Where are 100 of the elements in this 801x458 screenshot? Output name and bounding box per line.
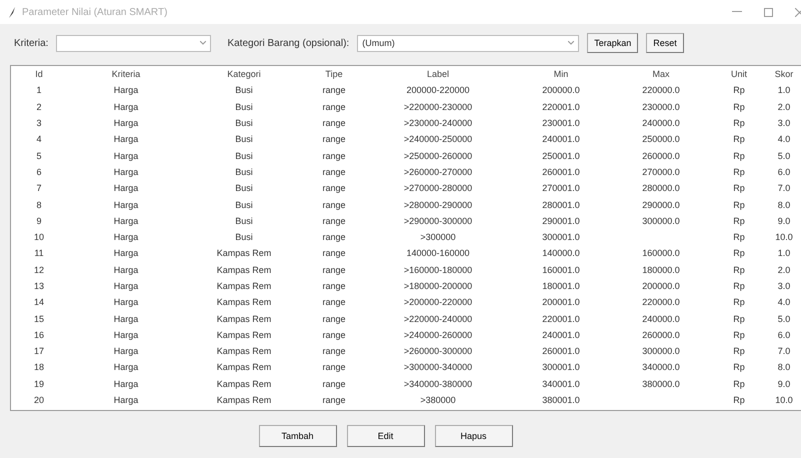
- edit-button[interactable]: Edit: [346, 425, 424, 447]
- column-header[interactable]: Unit: [711, 69, 767, 80]
- add-button[interactable]: Tambah: [258, 425, 336, 447]
- table-cell-text: 200001.0: [541, 297, 581, 308]
- column-header[interactable]: Max: [611, 69, 711, 80]
- table-cell-text: Rp: [732, 150, 746, 161]
- table-cell-text: Harga: [112, 166, 140, 177]
- table-cell-text: 200000-220000: [405, 85, 471, 96]
- criteria-label: Kriteria:: [14, 38, 48, 48]
- category-label: Kategori Barang (opsional):: [227, 38, 350, 48]
- column-header[interactable]: Skor: [767, 69, 801, 80]
- delete-button[interactable]: Hapus: [434, 425, 512, 447]
- table-cell-text: 240000.0: [641, 118, 681, 128]
- table-cell-text: 4.0: [776, 297, 792, 308]
- table-cell-text: Kampas Rem: [216, 248, 272, 258]
- column-header[interactable]: Tipe: [303, 69, 365, 80]
- table-cell-text: 10.0: [774, 232, 794, 242]
- column-header[interactable]: Kriteria: [67, 69, 185, 80]
- column-header[interactable]: Min: [511, 69, 611, 80]
- table-cell-text: Busi: [234, 102, 254, 112]
- table-cell-text: 160000.0: [641, 248, 681, 258]
- table-cell-text: >280000-290000: [402, 200, 474, 210]
- table-cell-text: 300000.0: [641, 346, 681, 356]
- reset-button[interactable]: Reset: [646, 33, 684, 53]
- table-cell-text: Busi: [234, 150, 254, 161]
- table-cell-text: 8.0: [776, 200, 792, 210]
- table-cell-text: Busi: [234, 85, 254, 96]
- table-cell-text: range: [321, 264, 347, 275]
- table-cell-text: 260000.0: [641, 330, 681, 340]
- table-cell-text: 10: [32, 232, 45, 242]
- table-cell-text: 270000.0: [641, 166, 681, 177]
- table-cell-text: Rp: [732, 200, 746, 210]
- table-cell-text: range: [321, 200, 347, 210]
- table-cell-text: 200000.0: [541, 85, 581, 96]
- table-cell-text: >300000-340000: [402, 362, 474, 372]
- table-cell-text: Harga: [112, 134, 140, 144]
- table-cell-text: 8.0: [776, 362, 792, 372]
- table-cell-text: 9.0: [776, 378, 792, 389]
- table-cell-text: Rp: [732, 395, 746, 406]
- column-header[interactable]: Kategori: [185, 69, 303, 80]
- table-cell-text: Kampas Rem: [216, 264, 272, 275]
- table-cell-text: range: [321, 297, 347, 308]
- table-cell-text: >300000: [419, 232, 457, 242]
- table-cell-text: >260000-270000: [402, 166, 474, 177]
- table-cell-text: Rp: [732, 216, 746, 226]
- table-cell-text: 270001.0: [541, 183, 581, 194]
- table-cell-text: Rp: [732, 248, 746, 258]
- table-cell-text: 9.0: [776, 216, 792, 226]
- dropdown-caret-icon[interactable]: [200, 41, 206, 45]
- table-cell-text: 18: [32, 362, 45, 372]
- table-cell-text: Harga: [112, 118, 140, 128]
- dropdown-caret-icon[interactable]: [568, 41, 574, 45]
- table-cell-text: 16: [32, 330, 45, 340]
- table-cell-text: Rp: [732, 264, 746, 275]
- table-cell-text: range: [321, 248, 347, 258]
- table-cell-text: 1.0: [776, 85, 792, 96]
- window-title: Parameter Nilai (Aturan SMART): [22, 6, 168, 18]
- table-cell-text: Kampas Rem: [216, 297, 272, 308]
- table-cell-text: 15: [32, 314, 45, 324]
- criteria-dropdown[interactable]: [56, 34, 212, 52]
- table-cell-text: 340000.0: [641, 362, 681, 372]
- table-cell-text: Harga: [112, 297, 140, 308]
- table-cell-text: 250001.0: [541, 150, 581, 161]
- table-cell-text: >270000-280000: [402, 183, 474, 194]
- table-cell-text: Rp: [732, 314, 746, 324]
- table-cell-text: Rp: [732, 362, 746, 372]
- minimize-icon[interactable]: [732, 11, 742, 13]
- table-cell-text: Harga: [112, 395, 140, 406]
- close-icon[interactable]: [795, 8, 801, 16]
- column-header[interactable]: Id: [11, 69, 67, 80]
- category-dropdown[interactable]: (Umum): [357, 34, 580, 52]
- table-cell-text: 19: [32, 378, 45, 389]
- table-cell-text: 17: [32, 346, 45, 356]
- table-cell-text: 220000.0: [641, 297, 681, 308]
- table-cell-text: >200000-220000: [402, 297, 474, 308]
- table-cell-text: range: [321, 150, 347, 161]
- table-cell-text: 180000.0: [641, 264, 681, 275]
- table-cell-text: Harga: [112, 378, 140, 389]
- table-cell-text: 380000.0: [641, 378, 681, 389]
- table-cell-text: 260000.0: [641, 150, 681, 161]
- column-header[interactable]: Label: [365, 69, 511, 80]
- table-cell-text: Kampas Rem: [216, 346, 272, 356]
- table-cell-text: 5: [35, 150, 42, 161]
- table-cell-text: >230000-240000: [402, 118, 474, 128]
- table-cell-text: Kampas Rem: [216, 395, 272, 406]
- table-cell-text: range: [321, 378, 347, 389]
- table-cell-text: 5.0: [776, 150, 792, 161]
- maximize-icon[interactable]: [764, 8, 773, 16]
- table-cell-text: range: [321, 216, 347, 226]
- table-cell-text: Kampas Rem: [216, 330, 272, 340]
- table-cell-text: range: [321, 362, 347, 372]
- table-cell-text: 12: [32, 264, 45, 275]
- table-cell-text: Kampas Rem: [216, 314, 272, 324]
- table-cell-text: Rp: [732, 378, 746, 389]
- apply-button[interactable]: Terapkan: [587, 33, 638, 53]
- table-cell-text: 140000-160000: [405, 248, 471, 258]
- table-cell-text: 380001.0: [541, 395, 581, 406]
- table-cell-text: 6.0: [776, 166, 792, 177]
- table-cell-text: 7: [35, 183, 42, 194]
- table-cell-text: Rp: [732, 102, 746, 112]
